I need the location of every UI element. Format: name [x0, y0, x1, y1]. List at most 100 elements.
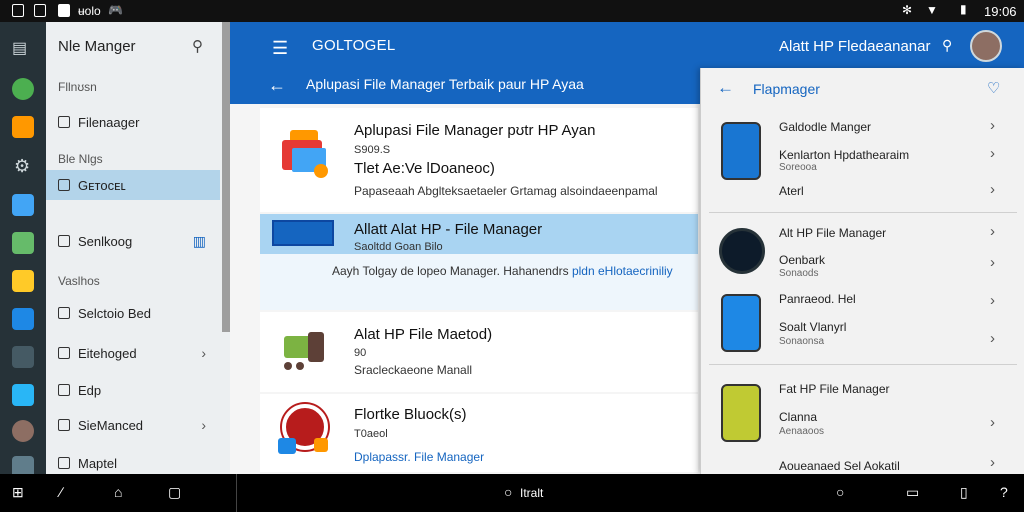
panel-row[interactable]: Kenlarton Hpdathearaim — [779, 148, 909, 162]
drawer-item-filemanager[interactable]: Filenaager — [46, 107, 220, 137]
circle-icon[interactable]: ○ — [836, 484, 844, 500]
weather-icon[interactable] — [12, 384, 34, 406]
bluetooth-icon: ✻ — [902, 3, 913, 17]
panel-row[interactable]: Panraeod. Hel — [779, 292, 856, 306]
status-bar: ʉolo 🎮 ✻ ▼ ▮ 19:06 — [0, 0, 1024, 22]
contact-avatar-icon[interactable] — [12, 420, 34, 442]
pen-icon[interactable]: ∕ — [60, 484, 62, 500]
bookmark-icon[interactable]: ▯ — [960, 484, 968, 501]
panel-title: Flapmager — [753, 81, 820, 97]
item-meta: 90 — [354, 347, 367, 359]
divider — [236, 474, 237, 512]
phone-app-icon — [721, 294, 761, 352]
storage-icon: ▥ — [192, 233, 206, 249]
file-icon — [58, 179, 70, 191]
panel-row-sub: Sonaods — [779, 268, 819, 279]
clock-app-icon — [719, 228, 765, 274]
drawer-item-eitehoged[interactable]: Eitehoged › — [46, 338, 220, 368]
folder-icon[interactable] — [12, 116, 34, 138]
panel-row[interactable]: Clanna — [779, 410, 817, 424]
panel-row[interactable]: Soalt Vlanyrl — [779, 320, 846, 334]
drawer-item-gototel[interactable]: Gᴇᴛᴏᴄᴇʟ — [46, 170, 220, 200]
list-item[interactable]: Alat HP File Maetod) 90 Sracleckaeone Ma… — [260, 312, 698, 392]
item-link[interactable]: Dplapassr. File Manager — [354, 450, 484, 464]
main-content: ☰ GOLTOGEL ← Aplupasi File Manager Terba… — [230, 22, 1024, 474]
file-icon — [58, 419, 70, 431]
phone-app-icon — [721, 122, 761, 180]
panel-row-sub: Soreooa — [779, 162, 817, 173]
item-meta: S909.S — [354, 144, 391, 156]
drawer-title: Nle Manger — [58, 38, 136, 55]
calendar-app-icon — [278, 126, 332, 180]
side-panel: ← Flapmager ♡ Galdodle Manger › Kenlarto… — [700, 68, 1024, 474]
panel-row[interactable]: Fat HP File Manager — [779, 382, 890, 396]
drawer-item-siemanced[interactable]: SieManced › — [46, 410, 220, 440]
item-description: Papaseaah Abglteksaetaeler Grtamag alsoi… — [354, 184, 658, 198]
appbar-right-text: Alatt HP Fledaeananar — [779, 38, 931, 55]
drawer-item-label: Gᴇᴛᴏᴄᴇʟ — [78, 178, 126, 193]
chevron-right-icon[interactable]: › — [990, 223, 995, 240]
panel-row[interactable]: Aterl — [779, 184, 804, 198]
drawer-item-label: Maptel — [78, 456, 118, 471]
back-arrow-icon[interactable]: ← — [268, 75, 286, 96]
item-title: Aplupasi File Manager pʊtr HP Ayan — [354, 122, 596, 139]
panel-row[interactable]: Galdodle Manger — [779, 120, 871, 134]
back-arrow-icon[interactable]: ← — [717, 78, 734, 98]
chevron-right-icon[interactable]: › — [990, 414, 995, 431]
panel-row[interactable]: Aoueanaed Sel Aokatil — [779, 459, 900, 473]
settings-icon[interactable]: ⚙ — [14, 156, 30, 177]
item-meta: T0aeol — [354, 428, 388, 440]
tools-icon[interactable] — [12, 346, 34, 368]
divider — [709, 364, 1017, 365]
drawer-section-label: Ble Nlgs — [58, 152, 103, 166]
file-icon — [58, 235, 70, 247]
item-meta: Saoltdd Goan Bilo — [354, 241, 443, 253]
chevron-right-icon[interactable]: › — [990, 117, 995, 134]
drawer-item-senlkoog[interactable]: Senlkoog ▥ — [46, 226, 220, 256]
chevron-right-icon[interactable]: › — [990, 292, 995, 309]
wifi-icon: ▼ — [926, 3, 938, 17]
drawer-scrollbar[interactable] — [222, 22, 230, 332]
panel-row[interactable]: Alt HP File Manager — [779, 226, 886, 240]
maps-icon[interactable] — [12, 232, 34, 254]
drawer-item-selctoio[interactable]: Selctoio Bed — [46, 298, 220, 328]
controller-icon: 🎮 — [108, 3, 123, 17]
window-icon[interactable]: ▭ — [906, 484, 919, 501]
avatar[interactable] — [970, 30, 1002, 62]
item-description: Sracleckaeone Manall — [354, 363, 473, 377]
heart-icon[interactable]: ♡ — [987, 79, 1000, 97]
chevron-right-icon[interactable]: › — [990, 254, 995, 271]
search-icon[interactable]: ⚲ — [942, 37, 952, 54]
list-item[interactable]: Flortke Bluock(s) T0aeol Dplapassr. File… — [260, 394, 698, 472]
banner-text: Aayh Tolgay de lopeo Manager. Hahanendrs — [332, 264, 569, 278]
menu-icon[interactable]: ☰ — [272, 38, 288, 59]
item-title: Flortke Bluock(s) — [354, 406, 467, 423]
chevron-right-icon[interactable]: › — [990, 454, 995, 471]
windows-icon[interactable]: ⊞ — [12, 484, 24, 501]
drawer-item-label: Eitehoged — [78, 346, 137, 361]
gallery-icon[interactable] — [12, 194, 34, 216]
page-subtitle: Aplupasi File Manager Terbaik paur HP Ay… — [306, 76, 584, 92]
chevron-right-icon: › — [201, 345, 206, 361]
drawer-item-edp[interactable]: Edp — [46, 375, 220, 405]
item-title: Alat HP File Maetod) — [354, 326, 493, 343]
panel-row[interactable]: Oenbark — [779, 253, 825, 267]
list-item-selected[interactable]: Allatt Alat HP - File Manager Saoltdd Go… — [260, 214, 698, 310]
list-item[interactable]: Aplupasi File Manager pʊtr HP Ayan S909.… — [260, 108, 698, 212]
store-icon[interactable] — [12, 308, 34, 330]
chevron-right-icon[interactable]: › — [990, 330, 995, 347]
divider — [709, 212, 1017, 213]
notes-icon[interactable] — [12, 270, 34, 292]
overview-icon[interactable]: ▢ — [168, 484, 181, 501]
banner-link[interactable]: pldn eHlotaecriniliy — [572, 264, 673, 278]
home-shape-icon[interactable]: ⌂ — [114, 484, 122, 500]
chevron-right-icon[interactable]: › — [990, 145, 995, 162]
drawer-section-label: Fllnʊsn — [58, 80, 97, 94]
grid-icon[interactable]: ▤ — [12, 38, 27, 58]
chevron-right-icon[interactable]: › — [990, 181, 995, 198]
chrome-icon[interactable] — [12, 78, 34, 100]
home-circle-icon[interactable]: ○ — [504, 484, 512, 500]
file-icon — [58, 116, 70, 128]
user-icon[interactable]: ⚲ — [192, 37, 203, 55]
help-icon[interactable]: ? — [1000, 484, 1008, 500]
